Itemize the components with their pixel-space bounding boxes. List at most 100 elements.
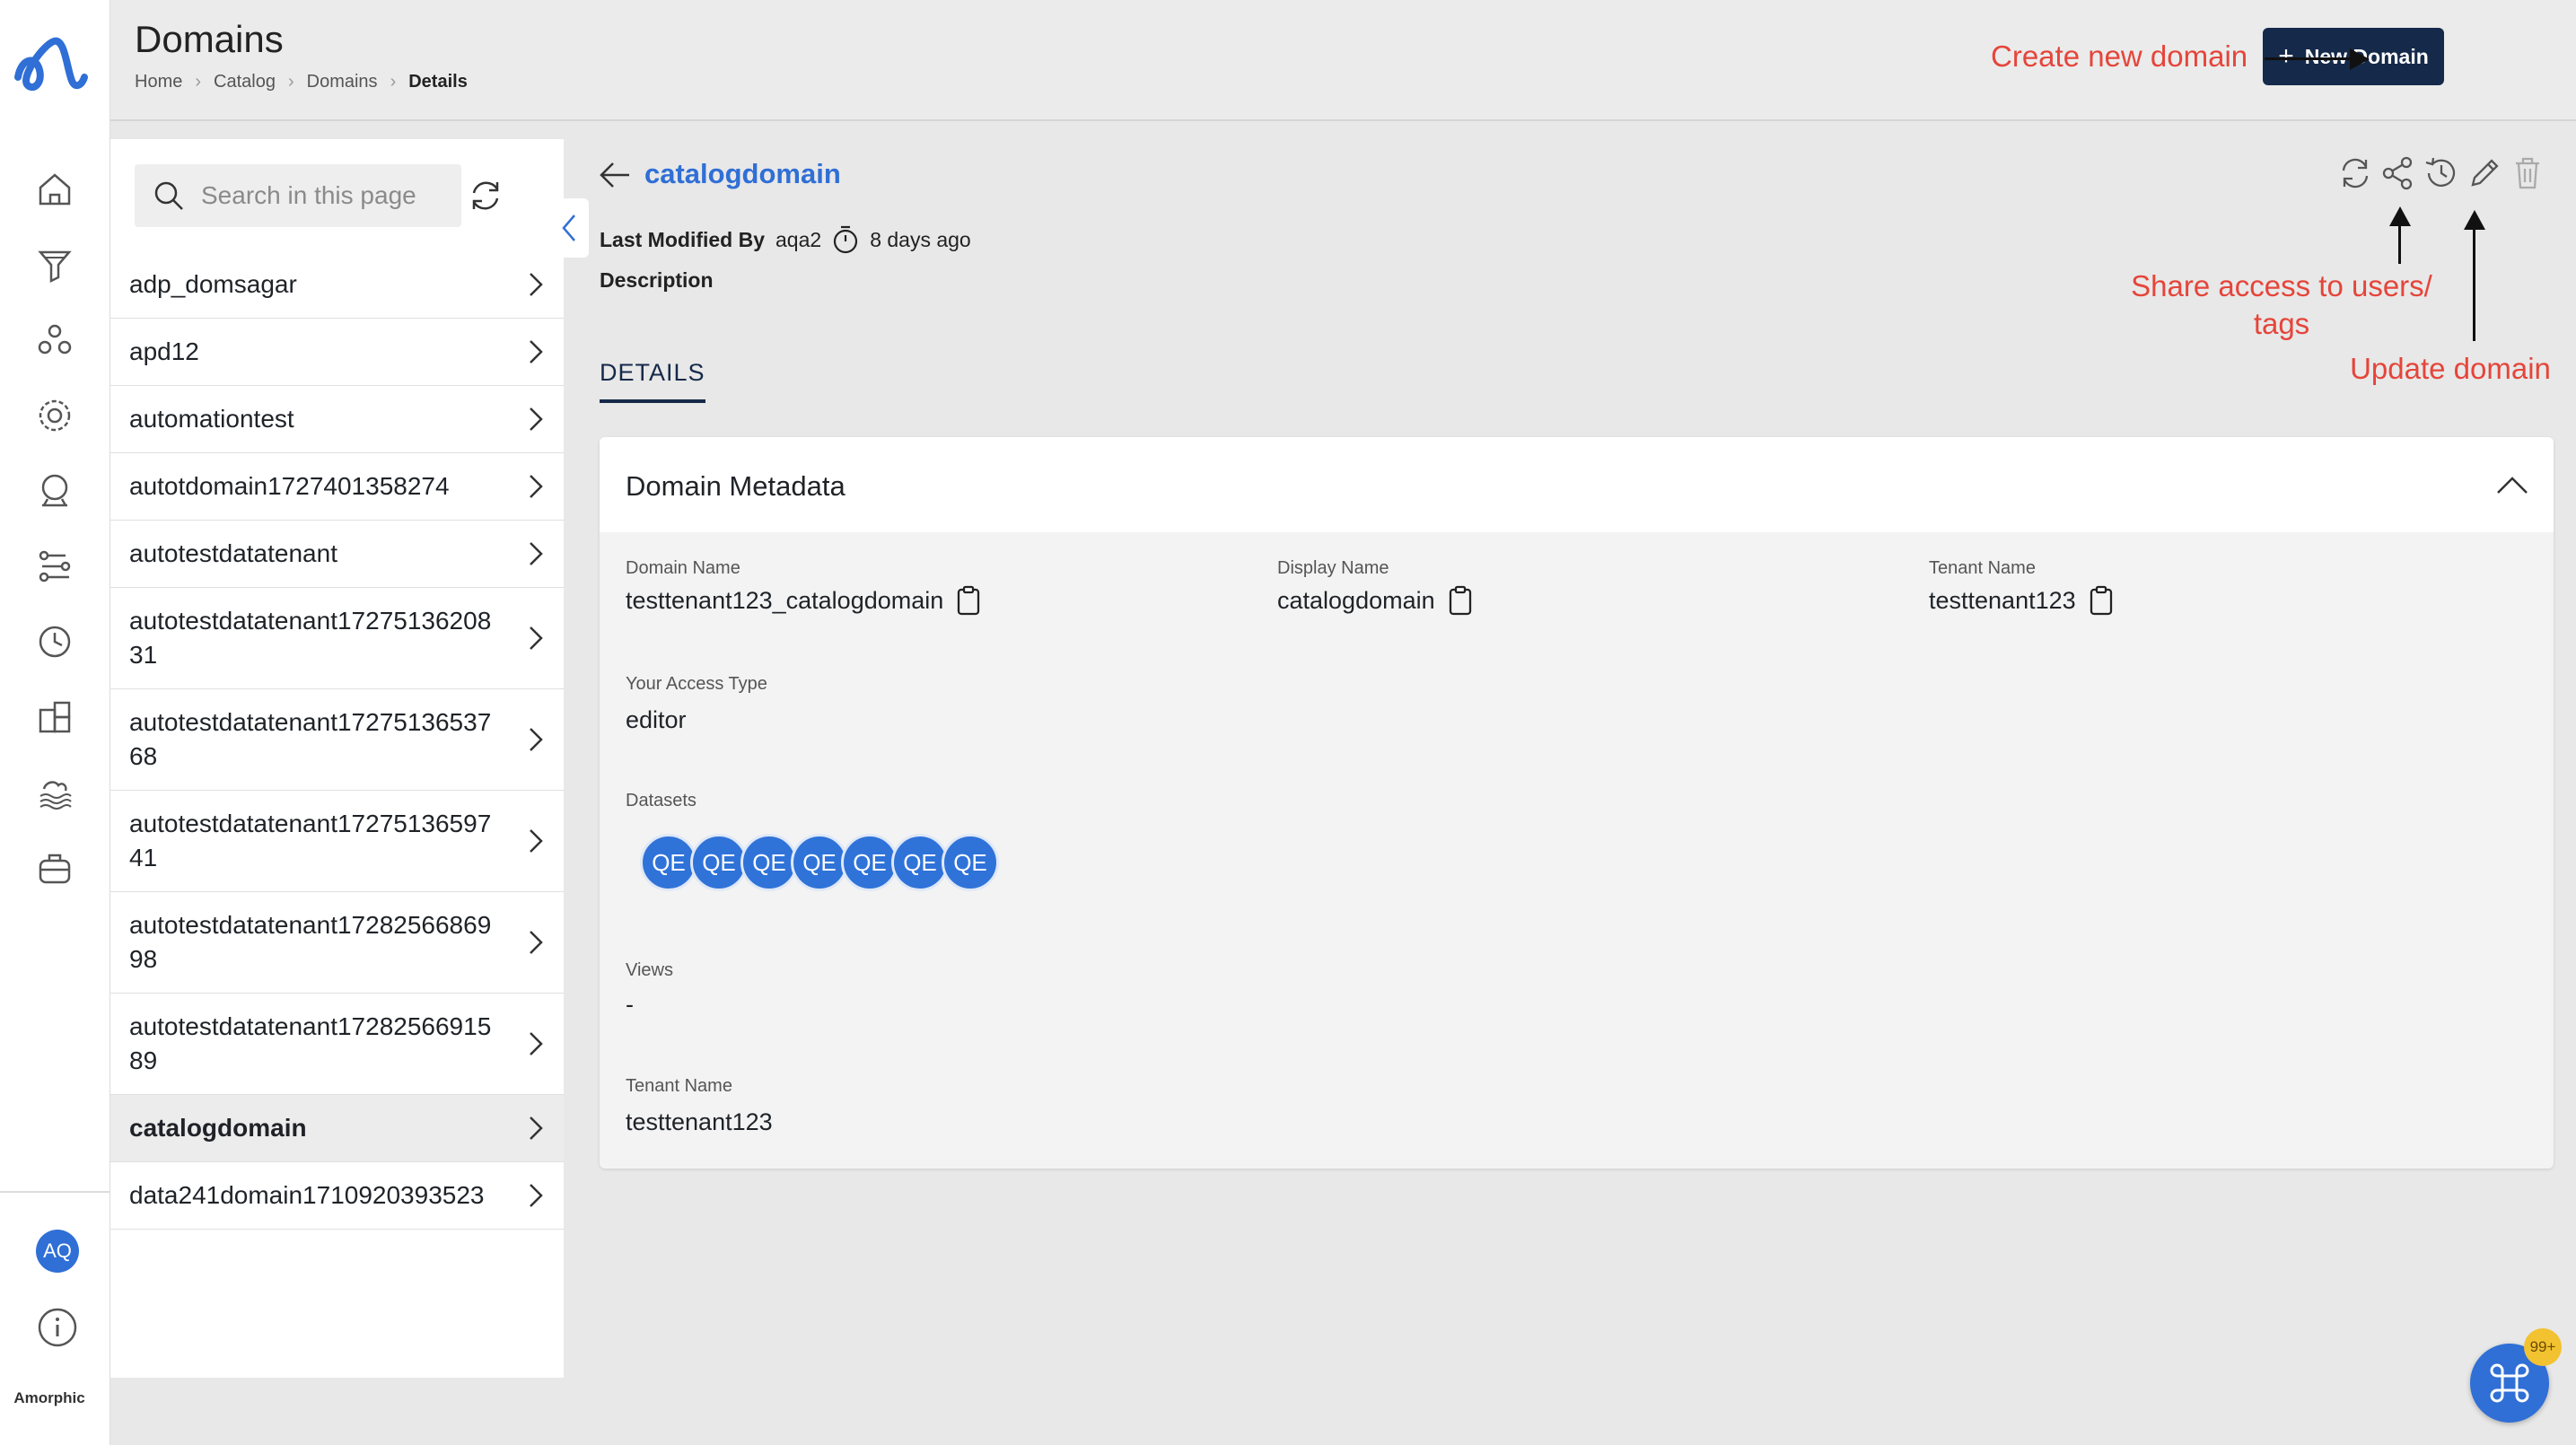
list-item[interactable]: autotestdatatenant1728256691589 — [110, 994, 564, 1095]
breadcrumb-separator-icon: › — [390, 72, 397, 92]
dataset-avatar[interactable]: QE — [690, 834, 748, 891]
dataset-avatar[interactable]: QE — [640, 834, 697, 891]
collapse-panel-button[interactable] — [549, 198, 589, 258]
list-item[interactable]: autotestdatatenant1728256686998 — [110, 892, 564, 994]
list-item[interactable]: autotestdatatenant1727513653768 — [110, 689, 564, 791]
dataset-avatar[interactable]: QE — [891, 834, 949, 891]
pipelines-icon[interactable] — [32, 544, 77, 589]
plus-icon: + — [2278, 41, 2294, 71]
annotation-arrow — [2398, 223, 2401, 264]
tenant-name-value: testtenant123 — [1929, 585, 2114, 616]
brand-name: Amorphic — [13, 1389, 85, 1406]
list-item[interactable]: automationtest — [110, 386, 564, 453]
settings-gear-icon[interactable] — [32, 393, 77, 438]
storage-icon[interactable] — [32, 845, 77, 890]
dataset-avatar[interactable]: QE — [791, 834, 848, 891]
list-item-label: autotestdatatenant1727513620831 — [129, 607, 492, 669]
home-icon[interactable] — [32, 167, 77, 212]
amorphic-logo-icon[interactable] — [13, 31, 90, 99]
list-item-label: autotestdatatenant1727513653768 — [129, 708, 492, 770]
list-item-label: apd12 — [129, 337, 199, 365]
chevron-right-icon — [530, 728, 543, 751]
last-modified: Last Modified By aqa2 8 days ago — [600, 224, 971, 255]
display-name-text: catalogdomain — [1277, 586, 1435, 614]
annotation-arrow — [2473, 226, 2475, 341]
domain-title: catalogdomain — [644, 158, 841, 189]
domain-name-label: Domain Name — [626, 558, 740, 578]
delete-trash-icon[interactable] — [2509, 154, 2546, 192]
dataset-avatar[interactable]: QE — [841, 834, 898, 891]
back-arrow-icon[interactable] — [597, 157, 633, 193]
chevron-right-icon — [530, 829, 543, 853]
list-item-label: automationtest — [129, 405, 294, 433]
rail-divider — [0, 1191, 110, 1193]
info-icon[interactable] — [36, 1306, 79, 1349]
search-input[interactable] — [201, 181, 443, 210]
annotation-share-access: Share access to users/ tags — [2131, 269, 2432, 340]
breadcrumb-catalog[interactable]: Catalog — [214, 72, 276, 92]
domain-metadata-card: Domain Metadata Domain Name testtenant12… — [600, 437, 2554, 1169]
search-icon — [154, 181, 183, 210]
page-title: Domains — [135, 18, 284, 60]
tenant-name-text: testtenant123 — [1929, 586, 2076, 614]
tab-details[interactable]: DETAILS — [600, 359, 705, 403]
chevron-up-icon[interactable] — [2493, 468, 2532, 504]
dataset-avatar[interactable]: QE — [942, 834, 999, 891]
description-label: Description — [600, 268, 714, 292]
catalog-icon[interactable] — [32, 318, 77, 363]
tenant-name-label: Tenant Name — [1929, 558, 2036, 578]
chevron-right-icon — [530, 475, 543, 498]
display-name-label: Display Name — [1277, 558, 1389, 578]
list-item[interactable]: autotdomain1727401358274 — [110, 453, 564, 521]
user-avatar[interactable]: AQ — [36, 1230, 79, 1273]
list-item[interactable]: adp_domsagar — [110, 251, 564, 319]
chevron-right-icon — [530, 542, 543, 565]
share-icon[interactable] — [2379, 154, 2417, 192]
access-type-label: Your Access Type — [626, 674, 767, 694]
list-item[interactable]: apd12 — [110, 319, 564, 386]
breadcrumb-separator-icon: › — [195, 72, 202, 92]
annotation-arrowhead-icon — [2350, 48, 2370, 70]
list-item[interactable]: autotestdatatenant1727513659741 — [110, 791, 564, 892]
history-icon[interactable] — [2423, 154, 2460, 192]
domain-list: adp_domsagar apd12 automationtest autotd… — [110, 251, 564, 1414]
copy-clipboard-icon[interactable] — [956, 585, 981, 616]
nav-rail: AQ Amorphic — [0, 0, 110, 1445]
annotation-arrowhead-icon — [2389, 206, 2411, 226]
list-item-selected[interactable]: catalogdomain — [110, 1095, 564, 1162]
stopwatch-icon — [834, 225, 858, 254]
schedules-clock-icon[interactable] — [32, 619, 77, 664]
datasets-label: Datasets — [626, 791, 697, 810]
list-item-label: catalogdomain — [129, 1114, 307, 1142]
list-item-label: autotestdatatenant1728256686998 — [129, 911, 492, 973]
chevron-right-icon — [530, 931, 543, 954]
edit-pencil-icon[interactable] — [2466, 154, 2503, 192]
last-modified-label: Last Modified By — [600, 227, 766, 251]
tenant-name-label: Tenant Name — [626, 1076, 732, 1096]
card-header[interactable]: Domain Metadata — [600, 437, 2554, 532]
list-item[interactable]: data241domain1710920393523 — [110, 1162, 564, 1230]
breadcrumb-domains[interactable]: Domains — [307, 72, 378, 92]
chevron-left-icon — [562, 215, 575, 241]
breadcrumb: Home › Catalog › Domains › Details — [135, 72, 468, 92]
chevron-right-icon — [530, 626, 543, 650]
data-lake-icon[interactable] — [32, 770, 77, 815]
ingestion-funnel-icon[interactable] — [32, 242, 77, 287]
views-label: Views — [626, 960, 673, 980]
copy-clipboard-icon[interactable] — [2089, 585, 2114, 616]
chevron-right-icon — [530, 340, 543, 363]
search-box[interactable] — [135, 164, 461, 227]
copy-clipboard-icon[interactable] — [1448, 585, 1473, 616]
apps-puzzle-icon[interactable] — [32, 695, 77, 740]
dataset-avatar[interactable]: QE — [740, 834, 798, 891]
explore-icon[interactable] — [32, 469, 77, 513]
datasets-avatars: QE QE QE QE QE QE QE — [640, 834, 999, 891]
breadcrumb-home[interactable]: Home — [135, 72, 182, 92]
refresh-icon[interactable] — [2336, 154, 2374, 192]
annotation-create-domain: Create new domain — [1991, 39, 2248, 73]
breadcrumb-details: Details — [408, 72, 468, 92]
refresh-list-icon[interactable] — [465, 175, 506, 216]
list-item-label: autotdomain1727401358274 — [129, 472, 450, 500]
list-item[interactable]: autotestdatatenant1727513620831 — [110, 588, 564, 689]
list-item[interactable]: autotestdatatenant — [110, 521, 564, 588]
